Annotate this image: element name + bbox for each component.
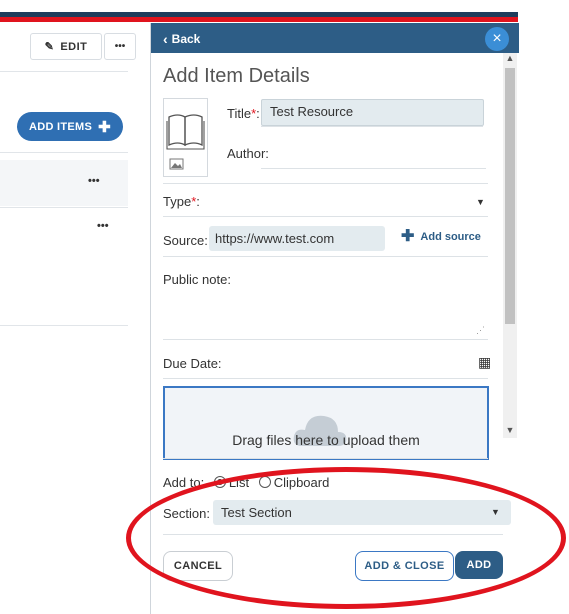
add-to-label: Add to:: [163, 475, 205, 490]
due-date-field[interactable]: [163, 378, 488, 379]
add-source-button[interactable]: ✚ Add source: [401, 228, 481, 245]
radio-clipboard-label[interactable]: Clipboard: [274, 475, 330, 490]
list-item[interactable]: •••: [0, 160, 128, 206]
type-dropdown-icon[interactable]: ▼: [476, 197, 485, 207]
add-item-dialog: ‹ Back × ▲ ▼ Add Item Details Title*: Te…: [150, 23, 519, 614]
background-page: ✎ EDIT ••• ADD ITEMS ✚ ••• •••: [0, 23, 150, 614]
back-button[interactable]: ‹ Back: [163, 31, 200, 47]
row-more-button[interactable]: •••: [88, 175, 100, 187]
more-options-button[interactable]: •••: [104, 33, 136, 60]
section-label: Section:: [163, 506, 210, 521]
scrollbar[interactable]: ▲ ▼: [503, 53, 517, 438]
scroll-up-icon[interactable]: ▲: [503, 53, 517, 63]
divider: [0, 71, 128, 72]
divider: [163, 183, 488, 184]
divider: [163, 534, 503, 535]
close-icon[interactable]: ×: [485, 27, 509, 51]
divider: [0, 325, 128, 326]
source-label: Source:: [163, 233, 208, 248]
add-button[interactable]: ADD: [455, 551, 503, 579]
radio-clipboard[interactable]: [258, 476, 271, 488]
chevron-left-icon: ‹: [163, 31, 168, 47]
type-label: Type*:: [163, 194, 200, 209]
section-select[interactable]: Test Section ▼: [213, 500, 511, 525]
title-field[interactable]: Test Resource: [261, 99, 484, 126]
plus-icon: ✚: [401, 228, 415, 245]
public-note-field[interactable]: [163, 339, 488, 340]
dialog-title: Add Item Details: [163, 65, 310, 87]
file-dropzone[interactable]: Drag files here to upload them: [163, 386, 489, 460]
due-date-label: Due Date:: [163, 356, 222, 371]
plus-icon: ✚: [98, 118, 112, 136]
scrollbar-thumb[interactable]: [505, 68, 515, 324]
add-items-button[interactable]: ADD ITEMS ✚: [17, 112, 123, 141]
book-icon: [166, 114, 205, 170]
add-source-label: Add source: [420, 231, 481, 243]
back-label: Back: [171, 32, 201, 46]
scroll-down-icon[interactable]: ▼: [503, 425, 517, 435]
add-items-label: ADD ITEMS: [28, 120, 93, 133]
edit-label: EDIT: [60, 40, 88, 53]
dropzone-text: Drag files here to upload them: [232, 432, 420, 448]
author-field[interactable]: [261, 168, 486, 169]
public-note-label: Public note:: [163, 272, 231, 287]
add-to-group: Add to: List Clipboard: [163, 475, 329, 490]
resize-handle-icon[interactable]: ⋰: [476, 325, 485, 336]
type-select[interactable]: [163, 216, 488, 217]
radio-list-label[interactable]: List: [229, 475, 249, 490]
red-stripe: [0, 17, 518, 22]
author-label: Author:: [227, 146, 269, 161]
row-more-button[interactable]: •••: [97, 220, 109, 232]
item-thumbnail[interactable]: [163, 98, 208, 177]
edit-button[interactable]: ✎ EDIT: [30, 33, 102, 60]
cancel-button[interactable]: CANCEL: [163, 551, 233, 581]
top-accent-bar: [0, 0, 518, 23]
section-value: Test Section: [221, 505, 292, 520]
pencil-icon: ✎: [44, 41, 55, 53]
divider: [261, 126, 483, 127]
radio-list[interactable]: [213, 476, 226, 488]
add-and-close-button[interactable]: ADD & CLOSE: [355, 551, 454, 581]
title-label: Title*:: [227, 106, 260, 121]
divider: [0, 207, 128, 208]
source-field[interactable]: https://www.test.com: [209, 226, 385, 251]
divider: [163, 458, 488, 459]
dialog-header: ‹ Back ×: [151, 23, 519, 53]
divider: [163, 256, 488, 257]
divider: [0, 152, 128, 153]
chevron-down-icon: ▼: [491, 507, 500, 517]
calendar-icon[interactable]: ▦: [478, 354, 491, 371]
